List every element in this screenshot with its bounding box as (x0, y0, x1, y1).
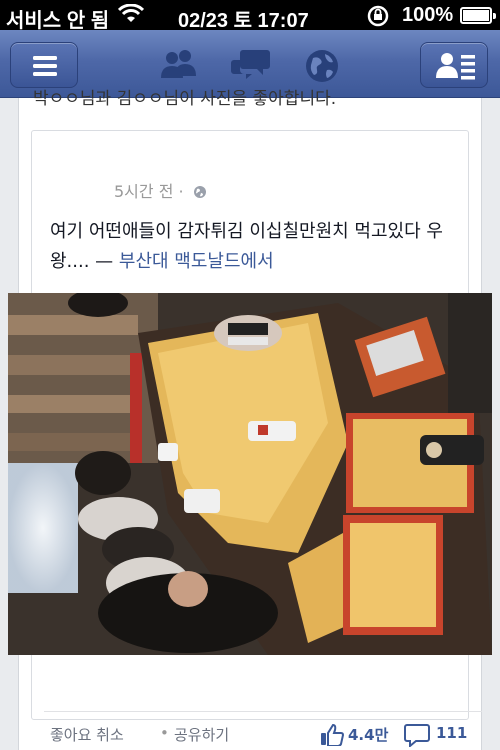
friend-requests-icon[interactable] (157, 46, 201, 86)
notifications-globe-icon[interactable] (300, 46, 344, 86)
story-caption: 박ㅇㅇ님과 김ㅇㅇ님이 사진을 좋아합니다. (33, 89, 337, 109)
post-time: 5시간 전 · (114, 182, 184, 201)
carrier-label: 서비스 안 됨 (6, 10, 110, 32)
like-thumb-icon[interactable] (320, 723, 345, 750)
post-timestamp[interactable]: 5시간 전 · (114, 178, 207, 202)
comment-count[interactable]: 111 (436, 724, 467, 742)
like-count[interactable]: 4.4만 (348, 724, 388, 745)
action-separator: • (160, 724, 169, 742)
friends-list-button[interactable] (420, 42, 488, 88)
menu-button[interactable] (10, 42, 78, 88)
post-body: 여기 어떤애들이 감자튀김 이십칠만원치 먹고있다 우왕.... — 부산대 맥… (50, 217, 462, 277)
public-globe-icon (193, 186, 206, 198)
status-clock: 02/23 토 17:07 (178, 10, 309, 32)
status-bar: 서비스 안 됨 02/23 토 17:07 100% (0, 0, 500, 33)
friends-list-icon (436, 53, 475, 80)
share-link[interactable]: 공유하기 (174, 724, 229, 745)
post-action-bar: 좋아요 취소 • 공유하기 4.4만 111 (44, 711, 482, 750)
battery-icon (460, 7, 496, 24)
rotation-lock-icon (366, 5, 390, 33)
battery-percent: 100% (402, 4, 454, 26)
place-separator: — (89, 251, 119, 272)
comment-bubble-icon[interactable] (404, 723, 430, 750)
wifi-icon (117, 3, 145, 30)
unlike-link[interactable]: 좋아요 취소 (50, 724, 124, 745)
post-photo[interactable] (8, 293, 492, 655)
messages-icon[interactable] (229, 46, 273, 86)
place-link[interactable]: 부산대 맥도날드에서 (119, 251, 274, 272)
menu-icon (33, 56, 57, 76)
